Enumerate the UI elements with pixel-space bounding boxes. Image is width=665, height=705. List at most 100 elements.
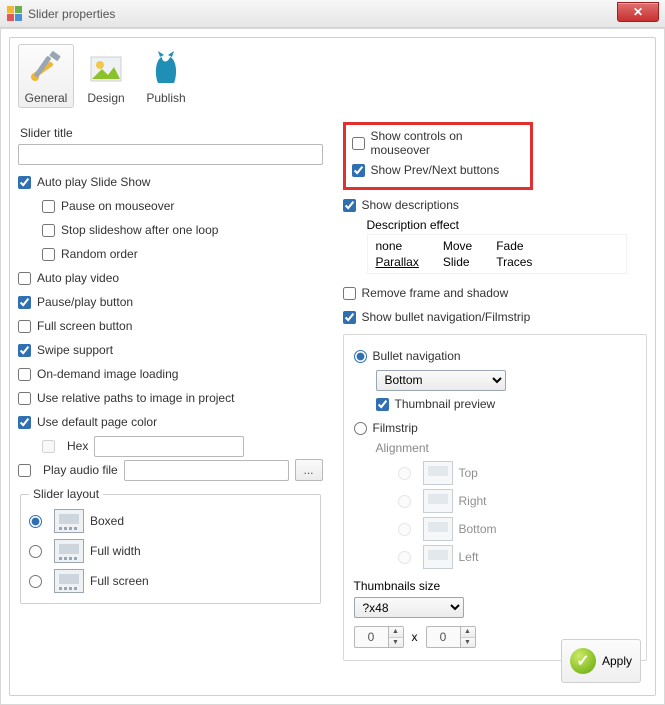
align-right-radio[interactable]	[398, 495, 411, 508]
slider-title-label: Slider title	[20, 126, 323, 140]
remove-frame-label: Remove frame and shadow	[362, 286, 509, 300]
slider-layout-fieldset: Slider layout Boxed Full width Full scre…	[20, 487, 321, 604]
checkmark-icon: ✓	[570, 648, 596, 674]
layout-fullscreen-thumb	[54, 569, 84, 593]
align-top-label: Top	[459, 466, 478, 480]
window-frame: General Design Publish Slider title Auto…	[0, 28, 665, 705]
align-right-label: Right	[459, 494, 487, 508]
layout-boxed-radio[interactable]	[29, 515, 42, 528]
window-title: Slider properties	[28, 7, 115, 21]
chevron-down-icon[interactable]: ▼	[461, 638, 475, 648]
pause-play-button-checkbox[interactable]	[18, 296, 31, 309]
autoplay-video-checkbox[interactable]	[18, 272, 31, 285]
slider-title-input[interactable]	[18, 144, 323, 165]
thumbnail-preview-checkbox[interactable]	[376, 398, 389, 411]
align-bottom-radio[interactable]	[398, 523, 411, 536]
pause-play-button-label: Pause/play button	[37, 295, 133, 309]
stop-after-loop-label: Stop slideshow after one loop	[61, 223, 218, 237]
play-audio-label: Play audio file	[43, 463, 118, 477]
tab-bar: General Design Publish	[18, 44, 647, 108]
right-column: Show controls on mouseover Show Prev/Nex…	[343, 122, 648, 661]
effect-fade[interactable]: Fade	[496, 239, 523, 253]
hex-label: Hex	[67, 439, 88, 453]
show-descriptions-checkbox[interactable]	[343, 199, 356, 212]
apply-label: Apply	[602, 654, 632, 668]
chevron-up-icon[interactable]: ▲	[389, 627, 403, 638]
thumb-width-spinner[interactable]: ▲▼	[354, 626, 404, 648]
layout-fullscreen-radio[interactable]	[29, 575, 42, 588]
tab-publish[interactable]: Publish	[138, 44, 194, 108]
thumbnails-size-label: Thumbnails size	[354, 579, 637, 593]
swipe-support-checkbox[interactable]	[18, 344, 31, 357]
align-top-thumb	[423, 461, 453, 485]
pause-mouseover-label: Pause on mouseover	[61, 199, 174, 213]
thumb-width-input[interactable]	[354, 626, 388, 648]
tab-label: Design	[79, 91, 133, 105]
autoplay-slideshow-checkbox[interactable]	[18, 176, 31, 189]
default-page-color-checkbox[interactable]	[18, 416, 31, 429]
layout-fullwidth-radio[interactable]	[29, 545, 42, 558]
picture-icon	[86, 49, 126, 89]
slider-layout-legend: Slider layout	[29, 487, 103, 501]
tab-label: General	[19, 91, 73, 105]
align-left-radio[interactable]	[398, 551, 411, 564]
hex-input[interactable]	[94, 436, 244, 457]
align-left-label: Left	[459, 550, 479, 564]
pause-mouseover-checkbox[interactable]	[42, 200, 55, 213]
bullet-navigation-label: Bullet navigation	[373, 349, 461, 363]
tab-general[interactable]: General	[18, 44, 74, 108]
layout-fullwidth-label: Full width	[90, 544, 141, 558]
bullet-nav-label: Show bullet navigation/Filmstrip	[362, 310, 531, 324]
bullet-position-select[interactable]: Bottom	[376, 370, 506, 391]
relative-paths-label: Use relative paths to image in project	[37, 391, 234, 405]
align-right-thumb	[423, 489, 453, 513]
apply-button[interactable]: ✓ Apply	[561, 639, 641, 683]
hex-checkbox[interactable]	[42, 440, 55, 453]
ondemand-loading-checkbox[interactable]	[18, 368, 31, 381]
bullet-navigation-radio[interactable]	[354, 350, 367, 363]
tools-icon	[26, 49, 66, 89]
align-left-thumb	[423, 545, 453, 569]
cat-icon	[146, 49, 186, 89]
show-controls-mouseover-checkbox[interactable]	[352, 137, 365, 150]
align-bottom-label: Bottom	[459, 522, 497, 536]
effect-parallax[interactable]: Parallax	[376, 255, 419, 269]
fullscreen-button-checkbox[interactable]	[18, 320, 31, 333]
layout-fullscreen-label: Full screen	[90, 574, 149, 588]
stop-after-loop-checkbox[interactable]	[42, 224, 55, 237]
description-effect-label: Description effect	[367, 218, 648, 232]
bullet-nav-checkbox[interactable]	[343, 311, 356, 324]
tab-design[interactable]: Design	[78, 44, 134, 108]
play-audio-checkbox[interactable]	[18, 464, 31, 477]
autoplay-video-label: Auto play video	[37, 271, 119, 285]
description-effect-table: none Parallax Move Slide Fade Traces	[367, 234, 627, 274]
effect-move[interactable]: Move	[443, 239, 472, 253]
align-top-radio[interactable]	[398, 467, 411, 480]
random-order-label: Random order	[61, 247, 138, 261]
filmstrip-radio[interactable]	[354, 422, 367, 435]
autoplay-slideshow-label: Auto play Slide Show	[37, 175, 150, 189]
thumb-height-input[interactable]	[426, 626, 460, 648]
close-button[interactable]: ✕	[617, 2, 659, 22]
show-prevnext-checkbox[interactable]	[352, 164, 365, 177]
navigation-panel: Bullet navigation Bottom Thumbnail previ…	[343, 334, 648, 661]
show-prevnext-label: Show Prev/Next buttons	[371, 163, 500, 177]
layout-boxed-thumb	[54, 509, 84, 533]
align-bottom-thumb	[423, 517, 453, 541]
thumbnails-size-select[interactable]: ?x48	[354, 597, 464, 618]
filmstrip-label: Filmstrip	[373, 421, 418, 435]
chevron-down-icon[interactable]: ▼	[389, 638, 403, 648]
thumb-height-spinner[interactable]: ▲▼	[426, 626, 476, 648]
browse-audio-button[interactable]: ...	[295, 459, 323, 481]
effect-slide[interactable]: Slide	[443, 255, 470, 269]
audio-path-input[interactable]	[124, 460, 289, 481]
remove-frame-checkbox[interactable]	[343, 287, 356, 300]
effect-traces[interactable]: Traces	[496, 255, 532, 269]
show-controls-mouseover-label: Show controls on mouseover	[371, 129, 524, 157]
highlight-box: Show controls on mouseover Show Prev/Nex…	[343, 122, 533, 190]
random-order-checkbox[interactable]	[42, 248, 55, 261]
effect-none[interactable]: none	[376, 239, 403, 253]
chevron-up-icon[interactable]: ▲	[461, 627, 475, 638]
relative-paths-checkbox[interactable]	[18, 392, 31, 405]
left-column: Slider title Auto play Slide Show Pause …	[18, 122, 323, 661]
